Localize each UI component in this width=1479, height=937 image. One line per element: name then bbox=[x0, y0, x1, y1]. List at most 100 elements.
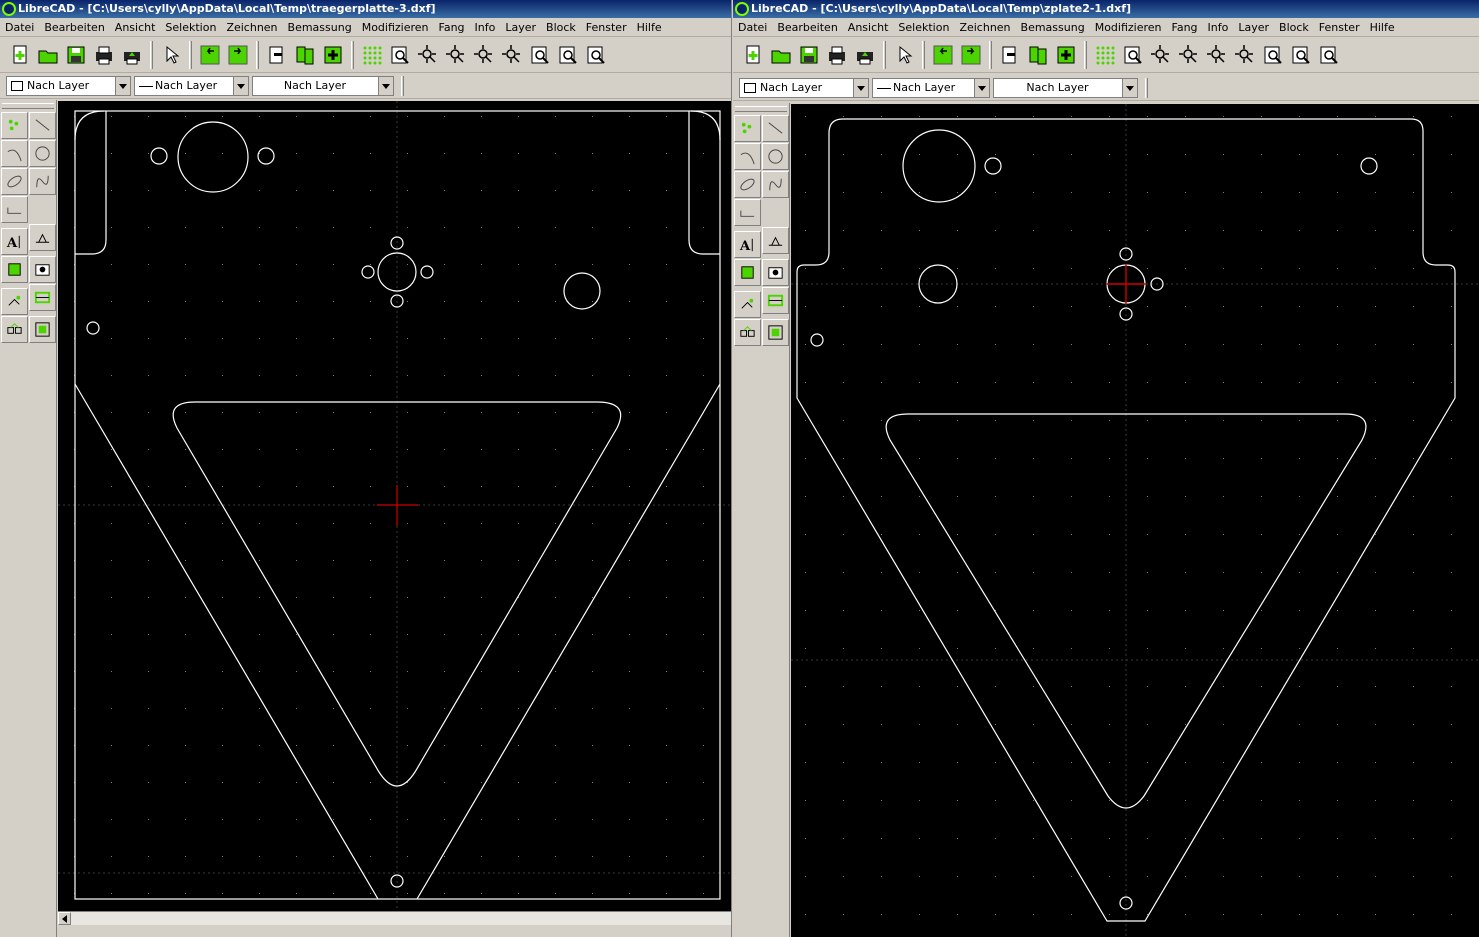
linewidth-combo[interactable]: Nach Layer bbox=[993, 78, 1138, 98]
ellipse-tool-button[interactable] bbox=[1, 168, 28, 195]
modify-tool-button[interactable] bbox=[734, 291, 761, 318]
menu-bemassung[interactable]: Bemassung bbox=[1016, 18, 1090, 37]
block-tool-button[interactable] bbox=[762, 319, 789, 346]
redo-button[interactable] bbox=[957, 41, 985, 69]
drawing-canvas[interactable] bbox=[791, 104, 1479, 937]
line-tool-button[interactable] bbox=[29, 112, 56, 139]
measure-tool-button[interactable] bbox=[29, 284, 56, 311]
drawing-canvas[interactable] bbox=[58, 101, 732, 911]
pointer-button[interactable] bbox=[890, 41, 918, 69]
polyline-tool-button[interactable] bbox=[1, 196, 28, 223]
open-folder-button[interactable] bbox=[767, 41, 795, 69]
title-bar[interactable]: LibreCAD - [C:\Users\cylly\AppData\Local… bbox=[0, 0, 731, 18]
copy-button[interactable] bbox=[291, 41, 319, 69]
menu-fang[interactable]: Fang bbox=[1167, 18, 1203, 37]
zoom-previous-button[interactable] bbox=[526, 41, 554, 69]
pointer-button[interactable] bbox=[157, 41, 185, 69]
menu-info[interactable]: Info bbox=[470, 18, 501, 37]
grid-button[interactable] bbox=[1091, 41, 1119, 69]
menu-fang[interactable]: Fang bbox=[434, 18, 470, 37]
modify-tool-button[interactable] bbox=[1, 288, 28, 315]
measure-tool-button[interactable] bbox=[762, 287, 789, 314]
save-button[interactable] bbox=[795, 41, 823, 69]
zoom-redraw-button[interactable] bbox=[554, 41, 582, 69]
arc-tool-button[interactable] bbox=[734, 143, 761, 170]
color-combo[interactable]: Nach Layer bbox=[739, 78, 869, 98]
print-preview-button[interactable] bbox=[851, 41, 879, 69]
new-file-button[interactable] bbox=[6, 41, 34, 69]
zoom-select-button[interactable] bbox=[582, 41, 610, 69]
zoom-in-button[interactable] bbox=[442, 41, 470, 69]
title-bar[interactable]: LibreCAD - [C:\Users\cylly\AppData\Local… bbox=[733, 0, 1479, 18]
open-folder-button[interactable] bbox=[34, 41, 62, 69]
spline-tool-button[interactable] bbox=[762, 171, 789, 198]
drawing-traegerplatte[interactable] bbox=[58, 101, 732, 911]
grid-button[interactable] bbox=[358, 41, 386, 69]
chevron-down-icon[interactable] bbox=[1122, 79, 1137, 97]
menu-block[interactable]: Block bbox=[1274, 18, 1314, 37]
hatch-tool-button[interactable] bbox=[1, 256, 28, 283]
circle-tool-button[interactable] bbox=[762, 143, 789, 170]
zoom-auto-button[interactable] bbox=[1231, 41, 1259, 69]
color-combo[interactable]: Nach Layer bbox=[6, 76, 131, 96]
menu-block[interactable]: Block bbox=[541, 18, 581, 37]
menu-datei[interactable]: Datei bbox=[0, 18, 39, 37]
menu-hilfe[interactable]: Hilfe bbox=[632, 18, 667, 37]
zoom-window-button[interactable] bbox=[386, 41, 414, 69]
point-tool-button[interactable] bbox=[1, 112, 28, 139]
chevron-down-icon[interactable] bbox=[115, 77, 130, 95]
undo-button[interactable] bbox=[196, 41, 224, 69]
save-button[interactable] bbox=[62, 41, 90, 69]
menu-modifizieren[interactable]: Modifizieren bbox=[1090, 18, 1167, 37]
image-tool-button[interactable] bbox=[29, 256, 56, 283]
point-tool-button[interactable] bbox=[734, 115, 761, 142]
zoom-redraw-button[interactable] bbox=[1287, 41, 1315, 69]
chevron-down-icon[interactable] bbox=[853, 79, 868, 97]
drawing-zplate[interactable] bbox=[791, 104, 1479, 937]
zoom-select-button[interactable] bbox=[1315, 41, 1343, 69]
print-preview-button[interactable] bbox=[118, 41, 146, 69]
undo-button[interactable] bbox=[929, 41, 957, 69]
menu-info[interactable]: Info bbox=[1203, 18, 1234, 37]
menu-bearbeiten[interactable]: Bearbeiten bbox=[39, 18, 109, 37]
zoom-out-button[interactable] bbox=[470, 41, 498, 69]
hatch-tool-button[interactable] bbox=[734, 259, 761, 286]
block-tool-button[interactable] bbox=[29, 316, 56, 343]
print-button[interactable] bbox=[823, 41, 851, 69]
menu-modifizieren[interactable]: Modifizieren bbox=[357, 18, 434, 37]
paste-button[interactable] bbox=[1052, 41, 1080, 69]
toolbar-grip[interactable] bbox=[1145, 78, 1148, 98]
panel-grip[interactable] bbox=[735, 106, 787, 112]
dimension-tool-button[interactable] bbox=[762, 227, 789, 254]
menu-layer[interactable]: Layer bbox=[500, 18, 541, 37]
zoom-pan-button[interactable] bbox=[1147, 41, 1175, 69]
chevron-down-icon[interactable] bbox=[233, 77, 248, 95]
menu-layer[interactable]: Layer bbox=[1233, 18, 1274, 37]
snap-tool-button[interactable] bbox=[734, 319, 761, 346]
cut-button[interactable] bbox=[996, 41, 1024, 69]
text-tool-button[interactable]: A bbox=[1, 228, 28, 255]
cut-button[interactable] bbox=[263, 41, 291, 69]
copy-button[interactable] bbox=[1024, 41, 1052, 69]
ellipse-tool-button[interactable] bbox=[734, 171, 761, 198]
menu-hilfe[interactable]: Hilfe bbox=[1365, 18, 1400, 37]
chevron-down-icon[interactable] bbox=[974, 79, 989, 97]
horizontal-scrollbar[interactable] bbox=[58, 911, 731, 925]
zoom-in-button[interactable] bbox=[1175, 41, 1203, 69]
menu-fenster[interactable]: Fenster bbox=[1314, 18, 1365, 37]
panel-grip[interactable] bbox=[2, 103, 54, 109]
redo-button[interactable] bbox=[224, 41, 252, 69]
print-button[interactable] bbox=[90, 41, 118, 69]
paste-button[interactable] bbox=[319, 41, 347, 69]
polyline-tool-button[interactable] bbox=[734, 199, 761, 226]
line-tool-button[interactable] bbox=[762, 115, 789, 142]
menu-bemassung[interactable]: Bemassung bbox=[283, 18, 357, 37]
zoom-previous-button[interactable] bbox=[1259, 41, 1287, 69]
linetype-combo[interactable]: Nach Layer bbox=[134, 76, 249, 96]
menu-ansicht[interactable]: Ansicht bbox=[843, 18, 894, 37]
zoom-out-button[interactable] bbox=[1203, 41, 1231, 69]
new-file-button[interactable] bbox=[739, 41, 767, 69]
menu-fenster[interactable]: Fenster bbox=[581, 18, 632, 37]
linewidth-combo[interactable]: Nach Layer bbox=[252, 76, 394, 96]
menu-datei[interactable]: Datei bbox=[733, 18, 772, 37]
